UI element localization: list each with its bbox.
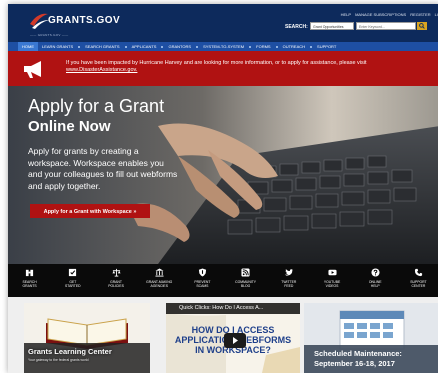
hero-title-line1: Apply for a Grant [28,96,165,116]
nav-home[interactable]: HOME [18,42,38,51]
video-title[interactable]: Quick Clicks: How Do I Access A... [179,305,263,311]
search-icon [419,23,425,29]
nav-forms[interactable]: FORMS [252,42,274,51]
search-type-select[interactable]: Grant Opportunities [310,22,354,30]
video-play-button[interactable] [224,333,246,348]
quick-link-grant-making-agencies[interactable]: GRANT-MAKING AGENCIES [138,264,181,297]
register-link[interactable]: REGISTER [410,12,430,17]
nav-separator [275,45,278,48]
nav-learn-grants[interactable]: LEARN GRANTS [38,42,77,51]
phone-icon [414,268,423,277]
nav-separator [78,45,81,48]
quick-link-label: PREVENT SCAMS [194,280,211,288]
open-book-image [24,303,150,373]
nav-grantors[interactable]: GRANTORS [164,42,195,51]
manage-subscriptions-link[interactable]: MANAGE SUBSCRIPTIONS [355,12,406,17]
learning-center-subtitle: Your gateway to the federal grants world [28,358,89,362]
alert-text: If you have been impacted by Hurricane H… [66,60,367,66]
site-header: GRANTS.GOV —— GRANTS.GOV —— HELP MANAGE … [8,4,438,42]
checkbox-icon [69,268,77,277]
video-title-bar: Quick Clicks: How Do I Access A... [166,303,300,314]
quick-link-label: YOUTUBE VIDEOS [323,280,341,288]
quick-link-youtube-videos[interactable]: YOUTUBE VIDEOS [310,264,353,297]
binoculars-icon [25,269,34,277]
search-label: SEARCH: [285,24,308,30]
building-icon [155,268,164,277]
help-link[interactable]: HELP [341,12,351,17]
quick-links-bar: SEARCH GRANTS GET STARTED GRANT POLICIES GR… [8,264,438,297]
search-input[interactable]: Enter Keyword... [356,22,416,30]
nav-outreach[interactable]: OUTREACH [279,42,309,51]
quick-link-twitter-feed[interactable]: TWITTER FEED [267,264,310,297]
feature-cards: Grants Learning Center Your gateway to t… [8,297,438,373]
apply-workspace-button[interactable]: Apply for a Grant with Workspace » [30,204,150,218]
quick-link-get-started[interactable]: GET STARTED [51,264,94,297]
utility-links: HELP MANAGE SUBSCRIPTIONS REGISTER LO [341,12,438,17]
hero-title-line2: Online Now [28,118,111,135]
nav-separator [161,45,164,48]
video-card[interactable]: Quick Clicks: How Do I Access A... HOW D… [166,303,300,373]
login-link[interactable]: LO [435,12,438,17]
logo-swoosh-icon[interactable] [28,10,50,30]
search-button[interactable] [417,22,427,30]
quick-link-label: ONLINE HELP [368,280,382,288]
megaphone-icon [24,61,41,78]
youtube-icon [327,269,337,276]
quick-link-prevent-scams[interactable]: PREVENT SCAMS [181,264,224,297]
learning-center-card[interactable]: Grants Learning Center Your gateway to t… [24,303,150,373]
play-icon [233,337,238,344]
rss-icon [241,268,250,277]
scales-icon [111,268,121,277]
browser-page: GRANTS.GOV —— GRANTS.GOV —— HELP MANAGE … [8,4,438,373]
quick-link-grant-policies[interactable]: GRANT POLICIES [94,264,137,297]
nav-search-grants[interactable]: SEARCH GRANTS [81,42,123,51]
quick-link-label: COMMUNITY BLOG [235,280,257,288]
nav-applicants[interactable]: APPLICANTS [128,42,161,51]
alert-message: If you have been impacted by Hurricane H… [66,60,426,74]
quick-link-search-grants[interactable]: SEARCH GRANTS [8,264,51,297]
quick-link-label: TWITTER FEED [281,280,297,288]
help-icon [371,268,380,277]
learning-center-title: Grants Learning Center [28,347,112,356]
alert-banner: If you have been impacted by Hurricane H… [8,51,438,86]
nav-separator [124,45,127,48]
quick-link-online-help[interactable]: ONLINE HELP [354,264,397,297]
nav-separator [249,45,252,48]
disaster-assistance-link[interactable]: www.DisasterAssistance.gov. [66,67,137,73]
quick-link-label: GRANT-MAKING AGENCIES [146,280,173,288]
logo-text[interactable]: GRANTS.GOV [48,15,120,26]
nav-separator [196,45,199,48]
quick-link-label: GET STARTED [65,280,81,288]
quick-link-label: GRANT POLICIES [108,280,124,288]
quick-link-label: SEARCH GRANTS [22,280,37,288]
quick-link-support-center[interactable]: SUPPORT CENTER [397,264,438,297]
shield-icon [198,268,207,277]
nav-separator [310,45,313,48]
hero-description: Apply for grants by creating a workspace… [28,146,178,191]
nav-system-to-system[interactable]: SYSTEM-TO-SYSTEM [199,42,248,51]
maintenance-title: Scheduled Maintenance: September 16-18, 2… [314,349,402,368]
logo-tagline: —— GRANTS.GOV —— [30,33,69,37]
nav-support[interactable]: SUPPORT [313,42,340,51]
twitter-icon [285,269,294,276]
quick-link-label: SUPPORT CENTER [410,280,427,288]
quick-link-community-blog[interactable]: COMMUNITY BLOG [224,264,267,297]
maintenance-card[interactable]: Scheduled Maintenance: September 16-18, 2… [304,303,438,373]
main-nav: HOME LEARN GRANTS SEARCH GRANTS APPLICAN… [8,42,438,51]
hero-banner: Apply for a Grant Online Now Apply for g… [8,86,438,264]
